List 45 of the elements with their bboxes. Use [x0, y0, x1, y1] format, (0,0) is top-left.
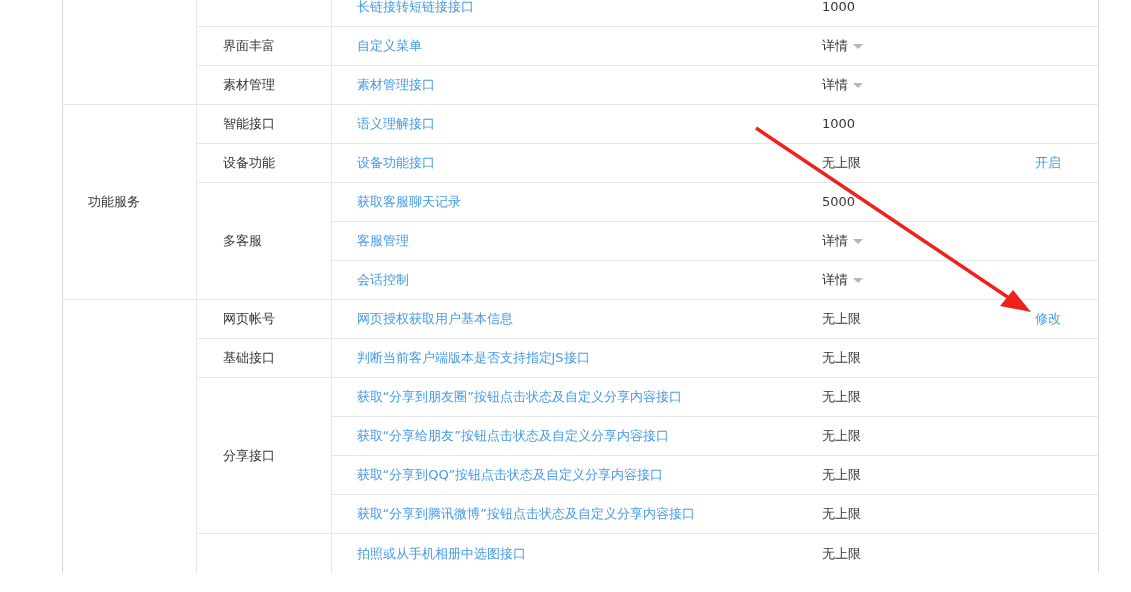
quota-text: 无上限 — [822, 350, 861, 366]
api-link[interactable]: 获取客服聊天记录 — [356, 194, 461, 210]
quota-text: 1000 — [822, 0, 856, 15]
subcategory-label: 基础接口 — [222, 350, 275, 366]
subcategory-label: 多客服 — [222, 233, 262, 249]
quota-text: 无上限 — [822, 545, 861, 561]
api-link[interactable]: 语义理解接口 — [356, 116, 435, 132]
subcategory-label: 网页帐号 — [222, 311, 275, 327]
category-label: 功能服务 — [88, 194, 140, 210]
quota-text: 无上限 — [822, 311, 861, 327]
api-link[interactable]: 自定义菜单 — [356, 38, 422, 54]
quota-text: 无上限 — [822, 155, 861, 171]
quota-text: 无上限 — [822, 467, 861, 483]
details-dropdown[interactable]: 详情 — [822, 233, 863, 249]
caret-icon — [853, 278, 863, 284]
api-link[interactable]: 素材管理接口 — [356, 77, 435, 93]
caret-icon — [853, 83, 863, 89]
caret-icon — [853, 239, 863, 245]
details-dropdown[interactable]: 详情 — [822, 77, 863, 93]
api-link[interactable]: 会话控制 — [356, 272, 409, 288]
api-link[interactable]: 获取“分享到朋友圈”按钮点击状态及自定义分享内容接口 — [356, 389, 682, 405]
subcategory-label: 分享接口 — [222, 447, 275, 463]
subcategory-label: 设备功能 — [222, 155, 275, 171]
api-link[interactable]: 拍照或从手机相册中选图接口 — [356, 545, 526, 561]
api-link[interactable]: 获取“分享到QQ”按钮点击状态及自定义分享内容接口 — [356, 467, 664, 483]
subcategory-label: 素材管理 — [222, 77, 275, 93]
api-link[interactable]: 网页授权获取用户基本信息 — [356, 311, 513, 327]
api-link[interactable]: 长链接转短链接接口 — [356, 0, 474, 15]
api-link[interactable]: 设备功能接口 — [356, 155, 435, 171]
action-link[interactable]: 开启 — [1035, 155, 1061, 171]
api-link[interactable]: 获取“分享到腾讯微博”按钮点击状态及自定义分享内容接口 — [356, 506, 695, 522]
caret-icon — [853, 44, 863, 50]
api-link[interactable]: 获取“分享给朋友”按钮点击状态及自定义分享内容接口 — [356, 428, 669, 444]
subcategory-label: 界面丰富 — [222, 38, 275, 54]
action-link[interactable]: 修改 — [1035, 311, 1061, 327]
quota-text: 无上限 — [822, 428, 861, 444]
quota-text: 无上限 — [822, 506, 861, 522]
api-link[interactable]: 客服管理 — [356, 233, 409, 249]
details-dropdown[interactable]: 详情 — [822, 38, 863, 54]
details-dropdown[interactable]: 详情 — [822, 272, 863, 288]
quota-text: 无上限 — [822, 389, 861, 405]
subcategory-label: 智能接口 — [222, 116, 275, 132]
quota-text: 1000 — [822, 116, 856, 132]
quota-text: 5000 — [822, 194, 856, 210]
api-link[interactable]: 判断当前客户端版本是否支持指定JS接口 — [356, 350, 590, 366]
